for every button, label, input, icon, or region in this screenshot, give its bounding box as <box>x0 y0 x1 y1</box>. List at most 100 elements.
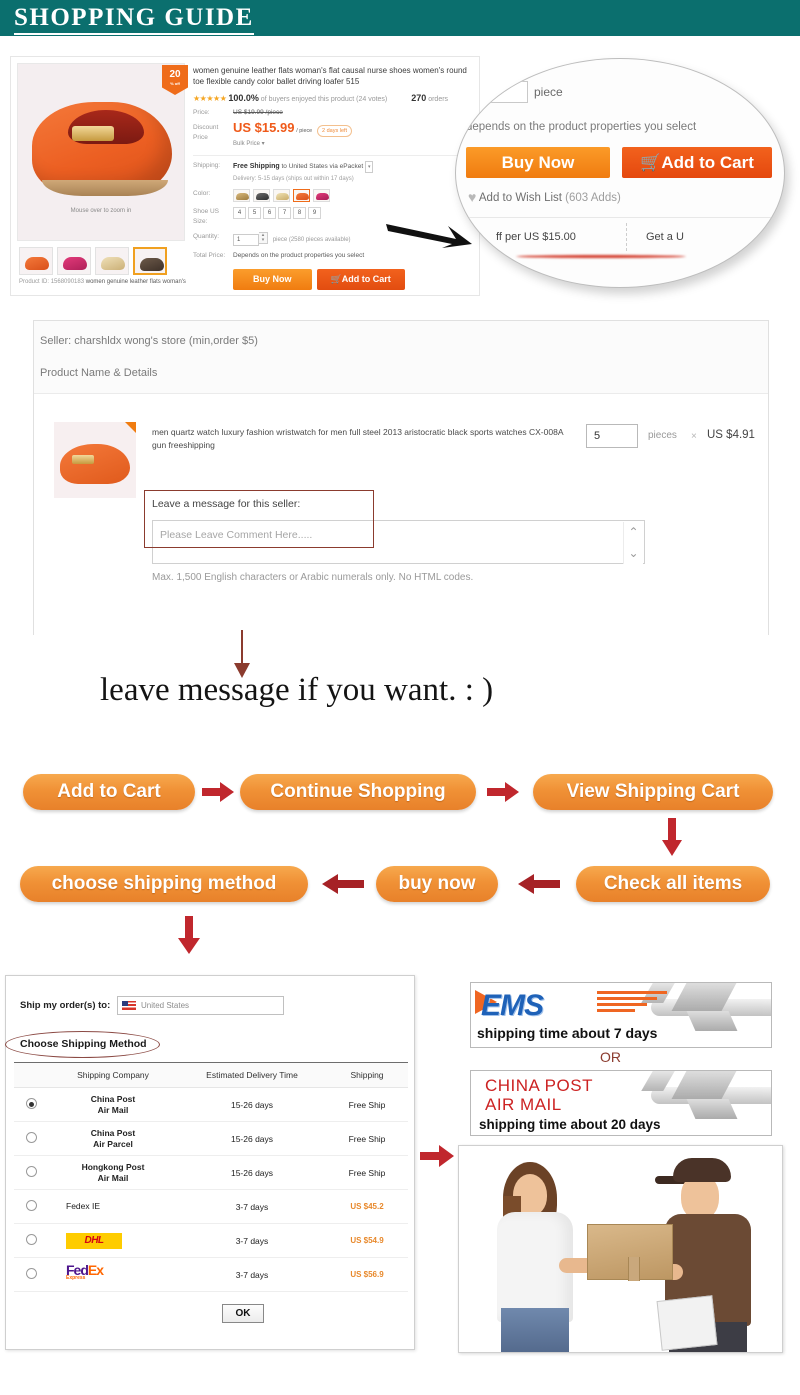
product-main-image[interactable]: Mouse over to zoom in <box>17 63 185 241</box>
quantity-label: Quantity: <box>193 233 220 240</box>
cart-product-thumbnail[interactable] <box>54 422 136 498</box>
flow-step-buy-now[interactable]: buy now <box>376 866 498 902</box>
size-option[interactable]: 9 <box>308 207 321 219</box>
shipping-radio[interactable] <box>14 1268 48 1281</box>
shipping-cost: Free Ship <box>348 1099 386 1110</box>
quantity-stepper[interactable]: ▴ ▾ <box>259 232 268 244</box>
flow-step-continue-shopping[interactable]: Continue Shopping <box>240 774 476 810</box>
size-option[interactable]: 6 <box>263 207 276 219</box>
rating-percent: 100.0% <box>228 93 259 103</box>
courier-cap <box>673 1158 731 1182</box>
size-option[interactable]: 4 <box>233 207 246 219</box>
shipping-company-logo: DHL <box>48 1232 178 1249</box>
wish-list-row[interactable]: ♥ Add to Wish List (639 Adds) <box>233 295 475 296</box>
table-row[interactable]: Fedex IE 3-7 days US $45.2 <box>14 1190 408 1224</box>
price-original: US $19.99 /piece <box>233 109 283 116</box>
flow-step-check-all-items[interactable]: Check all items <box>576 866 770 902</box>
dhl-logo-icon: DHL <box>66 1232 122 1249</box>
shipping-radio[interactable] <box>14 1234 48 1247</box>
buy-now-button[interactable]: Buy Now <box>233 269 312 290</box>
message-textarea[interactable]: Please Leave Comment Here..... ⌃ ⌄ <box>152 520 645 564</box>
shipping-radio[interactable] <box>14 1132 48 1145</box>
color-swatch-4[interactable] <box>293 189 310 202</box>
cart-product-name: men quartz watch luxury fashion wristwat… <box>152 427 564 450</box>
color-swatches[interactable] <box>233 189 330 202</box>
shipping-destination: to United States via ePacket <box>281 163 364 170</box>
cart-quantity-input[interactable]: 5 <box>586 424 638 448</box>
size-options[interactable]: 4 5 6 7 8 9 <box>233 207 321 227</box>
product-id-line: Product ID: 1568090183 women genuine lea… <box>19 279 186 285</box>
table-row[interactable]: China Post Air Parcel 15-26 days Free Shi… <box>14 1122 408 1156</box>
arrow-left-icon <box>322 874 364 894</box>
message-placeholder: Please Leave Comment Here..... <box>160 529 313 541</box>
magnified-wish-list[interactable]: ♥ Add to Wish List (603 Adds) <box>468 189 621 205</box>
total-price-row: Total Price: Depends on the product prop… <box>193 251 475 261</box>
product-name-header: Product Name & Details <box>40 367 158 379</box>
thumbnail-3[interactable] <box>95 247 129 275</box>
product-title: women genuine leather flats woman's flat… <box>193 66 467 86</box>
table-row[interactable]: FedEx Express 3-7 days US $56.9 <box>14 1258 408 1292</box>
discount-price-row: Discount Price US $15.99 / piece 2 days … <box>193 121 475 149</box>
caption-text: leave message if you want. : ) <box>100 672 494 708</box>
size-option[interactable]: 7 <box>278 207 291 219</box>
days-left-pill: 2 days left <box>317 125 353 137</box>
parcel-tape <box>628 1257 640 1281</box>
textarea-scrollbar[interactable]: ⌃ ⌄ <box>623 522 643 564</box>
heart-icon: ♥ <box>468 189 477 205</box>
shipping-cost: US $56.9 <box>350 1270 384 1279</box>
red-underline-accent <box>516 255 686 258</box>
shipping-time: 3-7 days <box>235 1235 269 1246</box>
orders-label: orders <box>428 96 449 103</box>
magnified-quantity-input[interactable] <box>486 81 528 103</box>
quantity-input[interactable]: 1 <box>233 234 259 246</box>
action-buttons: Buy Now 🛒Add to Cart <box>233 269 475 290</box>
chevron-down-icon[interactable]: ▾ <box>364 161 374 173</box>
thumbnail-4[interactable] <box>133 247 167 275</box>
color-row: Color: <box>193 189 475 202</box>
table-row[interactable]: DHL 3-7 days US $54.9 <box>14 1224 408 1258</box>
shipping-table: Shipping Company Estimated Delivery Time… <box>14 1062 408 1292</box>
promo-off-text: ff per US $15.00 <box>496 231 576 243</box>
thumbnail-1[interactable] <box>19 247 53 275</box>
size-option[interactable]: 8 <box>293 207 306 219</box>
discount-badge-suffix: % off <box>170 81 180 86</box>
shipping-time: 15-26 days <box>230 1133 274 1144</box>
shipping-time: 3-7 days <box>235 1201 269 1212</box>
shipping-delivery-time: Delivery: 5-15 days (ships out within 17… <box>233 176 354 182</box>
add-to-cart-button[interactable]: 🛒Add to Cart <box>316 269 405 290</box>
price-label: Price: <box>193 109 210 116</box>
ok-button[interactable]: OK <box>222 1304 264 1323</box>
magnified-depends-text: depends on the product properties you se… <box>466 121 697 133</box>
color-swatch-5[interactable] <box>313 189 330 202</box>
seller-line: Seller: charshldx wong's store (min,orde… <box>40 335 258 347</box>
magnified-buy-now-button[interactable]: Buy Now <box>466 147 610 178</box>
shipping-radio[interactable] <box>14 1166 48 1179</box>
arrow-down-to-caption <box>234 630 250 678</box>
color-swatch-1[interactable] <box>233 189 250 202</box>
color-swatch-3[interactable] <box>273 189 290 202</box>
flow-step-choose-shipping-method[interactable]: choose shipping method <box>20 866 308 902</box>
magnified-add-to-cart-label: Add to Cart <box>661 153 754 172</box>
page-title: SHOPPING GUIDE <box>14 4 254 35</box>
shipping-radio[interactable] <box>14 1098 48 1111</box>
shipping-time: 15-26 days <box>230 1099 274 1110</box>
china-post-line2: AIR MAIL <box>485 1095 562 1114</box>
shipping-label: Shipping: <box>193 162 221 169</box>
thumbnail-strip[interactable] <box>19 247 167 275</box>
flow-step-view-shipping-cart[interactable]: View Shipping Cart <box>533 774 773 810</box>
or-separator: OR <box>600 1049 621 1065</box>
color-swatch-2[interactable] <box>253 189 270 202</box>
cart-page-screenshot: Seller: charshldx wong's store (min,orde… <box>33 320 769 636</box>
shipping-radio[interactable] <box>14 1200 48 1213</box>
corner-flag-icon <box>125 422 136 433</box>
magnified-add-to-cart-button[interactable]: 🛒Add to Cart <box>622 147 772 178</box>
table-row[interactable]: China Post Air Mail 15-26 days Free Ship <box>14 1088 408 1122</box>
discount-badge-value: 20 <box>169 69 181 80</box>
flow-step-add-to-cart[interactable]: Add to Cart <box>23 774 195 810</box>
bulk-price-link[interactable]: Bulk Price <box>233 141 260 147</box>
cart-pieces-label: pieces <box>648 430 677 441</box>
size-option[interactable]: 5 <box>248 207 261 219</box>
thumbnail-2[interactable] <box>57 247 91 275</box>
divider-1 <box>193 155 475 156</box>
table-row[interactable]: Hongkong Post Air Mail 15-26 days Free Sh… <box>14 1156 408 1190</box>
